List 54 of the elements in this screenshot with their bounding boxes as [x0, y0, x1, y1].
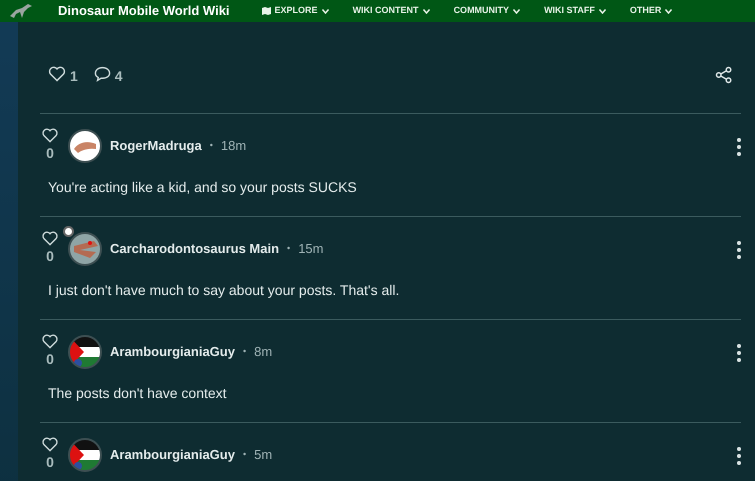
- comment-time: 8m: [254, 343, 272, 362]
- heart-icon[interactable]: [41, 437, 59, 452]
- more-options-button[interactable]: [737, 342, 741, 362]
- like-count: 0: [46, 350, 54, 369]
- site-title[interactable]: Dinosaur Mobile World Wiki: [58, 1, 230, 21]
- heart-icon[interactable]: [41, 334, 59, 349]
- comment-count: 4: [114, 67, 123, 86]
- dot-separator: •: [287, 242, 290, 256]
- username-link[interactable]: ArambourgianiaGuy: [110, 445, 235, 465]
- heart-icon[interactable]: [48, 66, 66, 82]
- comment-time: 15m: [298, 240, 324, 258]
- caret-icon: [598, 8, 606, 14]
- comment-text: I just don't have much to say about your posts. That's all.: [48, 281, 400, 300]
- comment-time: 5m: [254, 446, 272, 464]
- avatar[interactable]: [68, 232, 102, 266]
- caret-icon: [665, 8, 672, 14]
- comment-text: You're acting like a kid, and so your posts SUCKS: [48, 178, 358, 197]
- nav-menu-link[interactable]: EXPLORE: [262, 4, 329, 18]
- comment-time: 18m: [220, 137, 246, 156]
- like-count: 0: [46, 144, 54, 163]
- username-link[interactable]: RogerMadruga: [110, 136, 202, 156]
- heart-icon[interactable]: [41, 128, 59, 143]
- share-icon[interactable]: [715, 66, 733, 84]
- caret-icon: [322, 8, 329, 14]
- like-count: 0: [46, 453, 54, 472]
- more-icon: [737, 138, 741, 156]
- dot-separator: •: [210, 139, 213, 152]
- nav-menu-link[interactable]: WIKI CONTENT: [352, 4, 430, 18]
- avatar[interactable]: [68, 335, 102, 369]
- dot-separator: •: [242, 448, 246, 462]
- more-icon: [737, 344, 741, 362]
- like-count: 0: [46, 247, 54, 266]
- dot-separator: •: [242, 345, 246, 358]
- more-options-button[interactable]: [737, 136, 741, 156]
- more-icon: [737, 240, 741, 259]
- avatar[interactable]: [68, 129, 102, 163]
- more-options-button[interactable]: [737, 238, 741, 260]
- heart-icon[interactable]: [41, 231, 59, 246]
- comment-text: The posts don't have context: [48, 384, 228, 403]
- avatar[interactable]: [68, 438, 102, 472]
- username-link[interactable]: Carcharodontosaurus Main: [110, 239, 280, 259]
- caret-icon: [422, 8, 430, 14]
- badge-icon: [62, 225, 75, 238]
- map-icon: [262, 7, 271, 15]
- comment-icon[interactable]: [94, 66, 111, 82]
- like-count: 1: [70, 67, 78, 86]
- caret-icon: [513, 8, 520, 14]
- nav-menu-link[interactable]: OTHER: [630, 4, 672, 18]
- dinosaur-logo-icon[interactable]: [8, 2, 34, 20]
- more-icon: [737, 446, 741, 465]
- username-link[interactable]: ArambourgianiaGuy: [110, 342, 235, 362]
- more-options-button[interactable]: [737, 444, 741, 466]
- nav-menu-link[interactable]: WIKI STAFF: [544, 4, 606, 18]
- nav-menu-link[interactable]: COMMUNITY: [454, 4, 520, 18]
